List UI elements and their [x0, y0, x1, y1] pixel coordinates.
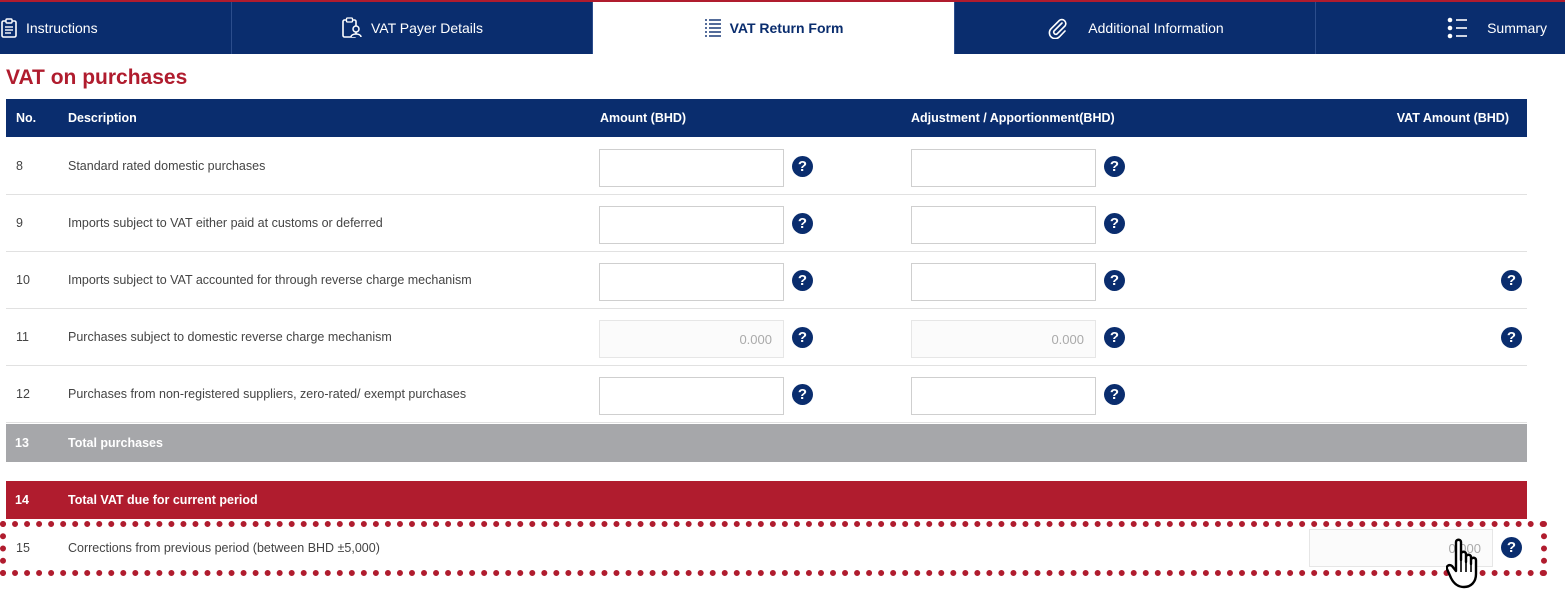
header-amount: Amount (BHD) — [600, 111, 687, 125]
person-id-icon — [341, 17, 363, 39]
row-number: 10 — [16, 273, 30, 287]
help-icon[interactable]: ? — [1104, 384, 1125, 405]
header-vat-amount: VAT Amount (BHD) — [1396, 111, 1509, 125]
paperclip-icon — [1046, 17, 1068, 39]
header-adjustment: Adjustment / Apportionment(BHD) — [911, 111, 1115, 125]
adjustment-input[interactable] — [911, 263, 1096, 301]
vat-help-icon[interactable]: ? — [1501, 270, 1522, 291]
clipboard-icon — [0, 18, 18, 38]
vat-help-icon[interactable]: ? — [1501, 327, 1522, 348]
corrections-help-icon[interactable]: ? — [1501, 537, 1522, 558]
amount-input[interactable] — [599, 263, 784, 301]
amount-input[interactable] — [599, 149, 784, 187]
row-number: 9 — [16, 216, 23, 230]
tab-instructions[interactable]: Instructions — [0, 2, 232, 54]
tab-summary[interactable]: Summary — [1316, 2, 1565, 54]
row-number: 12 — [16, 387, 30, 401]
tab-vat-return-form[interactable]: VAT Return Form — [593, 2, 955, 54]
row-description: Corrections from previous period (betwee… — [68, 541, 380, 555]
adjustment-input[interactable] — [911, 377, 1096, 415]
amount-input[interactable] — [599, 377, 784, 415]
bullet-list-icon — [1447, 17, 1469, 39]
tab-additional-information[interactable]: Additional Information — [955, 2, 1316, 54]
tab-bar: Instructions VAT Payer Details VAT Retur… — [0, 0, 1565, 54]
header-no: No. — [16, 111, 37, 125]
list-form-icon — [704, 18, 722, 38]
tab-vat-payer-details[interactable]: VAT Payer Details — [232, 2, 593, 54]
help-icon[interactable]: ? — [1104, 270, 1125, 291]
tab-vat-return-form-label: VAT Return Form — [729, 20, 844, 36]
table-row: 9 Imports subject to VAT either paid at … — [6, 195, 1527, 252]
row-description: Imports subject to VAT either paid at cu… — [68, 216, 383, 230]
adjustment-input[interactable] — [911, 206, 1096, 244]
adjustment-input — [911, 320, 1096, 358]
row-description: Imports subject to VAT accounted for thr… — [68, 273, 472, 287]
table-header: No. Description Amount (BHD) Adjustment … — [6, 99, 1527, 137]
amount-input — [599, 320, 784, 358]
table-row: 8 Standard rated domestic purchases ? ? — [6, 138, 1527, 195]
tab-vat-payer-details-label: VAT Payer Details — [370, 20, 484, 36]
help-icon[interactable]: ? — [792, 270, 813, 291]
table-row: 11 Purchases subject to domestic reverse… — [6, 309, 1527, 366]
help-icon[interactable]: ? — [1104, 156, 1125, 177]
row-description: Purchases from non-registered suppliers,… — [68, 387, 467, 401]
help-icon[interactable]: ? — [792, 156, 813, 177]
help-icon[interactable]: ? — [792, 384, 813, 405]
tab-additional-information-label: Additional Information — [1088, 20, 1224, 36]
section-title: VAT on purchases — [6, 66, 188, 89]
help-icon[interactable]: ? — [792, 327, 813, 348]
row-description: Purchases subject to domestic reverse ch… — [68, 330, 392, 344]
row-number: 8 — [16, 159, 23, 173]
header-description: Description — [68, 111, 137, 125]
row-number: 11 — [16, 330, 29, 344]
row-number: 14 — [15, 493, 29, 507]
table-row: 12 Purchases from non-registered supplie… — [6, 366, 1527, 423]
help-icon[interactable]: ? — [1104, 213, 1125, 234]
table-row: 10 Imports subject to VAT accounted for … — [6, 252, 1527, 309]
row-number: 15 — [16, 541, 30, 555]
row-number: 13 — [15, 436, 29, 450]
tab-summary-label: Summary — [1487, 20, 1547, 36]
corrections-row: 15 Corrections from previous period (bet… — [6, 528, 1527, 568]
hand-pointer-icon — [1445, 538, 1484, 592]
help-icon[interactable]: ? — [792, 213, 813, 234]
help-icon[interactable]: ? — [1104, 327, 1125, 348]
row-description: Standard rated domestic purchases — [68, 159, 266, 173]
row-description: Total purchases — [68, 436, 163, 450]
row-description: Total VAT due for current period — [68, 493, 258, 507]
total-purchases-row: 13 Total purchases — [6, 424, 1527, 462]
tab-instructions-label: Instructions — [26, 20, 98, 36]
amount-input[interactable] — [599, 206, 784, 244]
adjustment-input[interactable] — [911, 149, 1096, 187]
total-vat-due-row: 14 Total VAT due for current period — [6, 481, 1527, 519]
